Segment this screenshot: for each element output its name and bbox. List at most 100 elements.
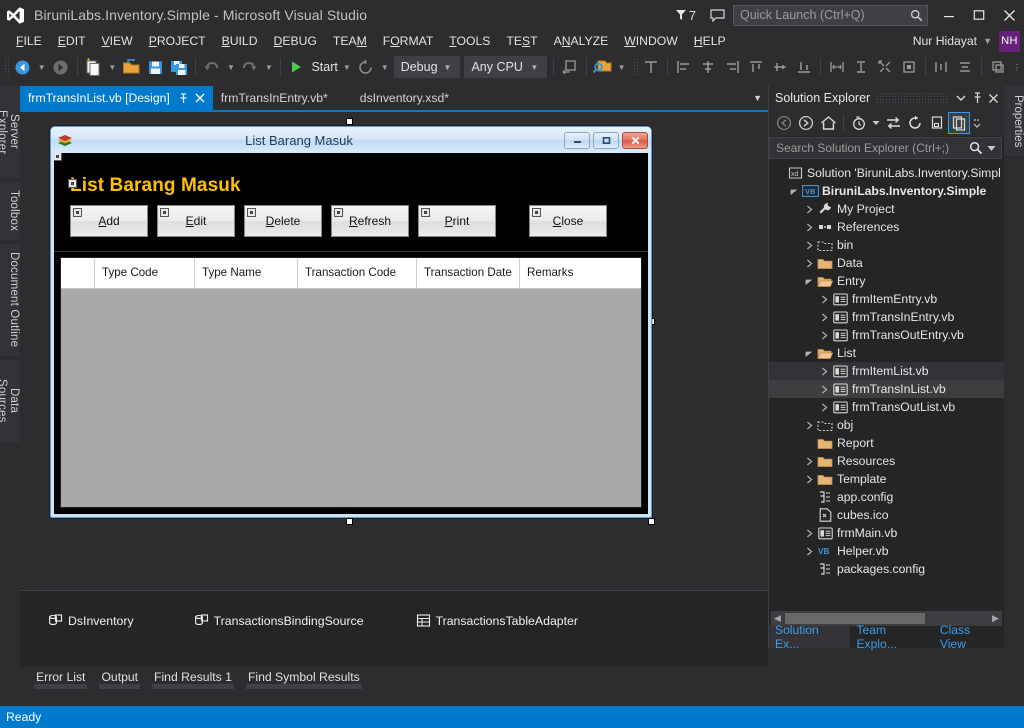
sidebar-item-toolbox[interactable]: Toolbox bbox=[0, 182, 20, 240]
form-designer-surface[interactable]: List Barang Masuk List Barang Masuk Add … bbox=[20, 112, 768, 590]
align-lefts-button[interactable] bbox=[672, 55, 696, 79]
platform-combo[interactable]: Any CPU ▼ bbox=[464, 56, 548, 78]
chevron-collapsed-icon[interactable] bbox=[803, 421, 816, 430]
redo-dropdown[interactable]: ▼ bbox=[262, 63, 276, 72]
tree-item-frmtransinentry-vb[interactable]: frmTransInEntry.vb bbox=[769, 308, 1004, 326]
form-smart-tag-glyph[interactable] bbox=[54, 153, 62, 161]
button-smart-tag-glyph[interactable] bbox=[334, 208, 343, 217]
selection-handle-corner[interactable] bbox=[648, 518, 655, 525]
tray-item-transactionstableadapter[interactable]: TransactionsTableAdapter bbox=[416, 613, 578, 628]
save-all-button[interactable] bbox=[167, 55, 191, 79]
align-bottoms-button[interactable] bbox=[792, 55, 816, 79]
solution-tree[interactable]: xd Solution 'BiruniLabs.Inventory.Simpl VB… bbox=[769, 164, 1004, 606]
tree-item-frmtransoutlist-vb[interactable]: frmTransOutList.vb bbox=[769, 398, 1004, 416]
navigate-forward-button[interactable] bbox=[49, 55, 73, 79]
button-smart-tag-glyph[interactable] bbox=[421, 208, 430, 217]
feedback-button[interactable] bbox=[702, 8, 733, 22]
avatar[interactable]: NH bbox=[999, 30, 1020, 52]
toolbar-overflow[interactable]: ⋮ bbox=[1010, 63, 1024, 72]
menu-build[interactable]: BUILD bbox=[214, 32, 266, 50]
menu-analyze[interactable]: ANALYZE bbox=[546, 32, 617, 50]
form-button-refresh[interactable]: Refresh bbox=[331, 205, 409, 237]
form-close-button[interactable] bbox=[622, 131, 648, 149]
close-icon[interactable] bbox=[195, 93, 205, 103]
chevron-collapsed-icon[interactable] bbox=[818, 313, 831, 322]
chevron-collapsed-icon[interactable] bbox=[818, 331, 831, 340]
chevron-collapsed-icon[interactable] bbox=[803, 529, 816, 538]
chevron-down-icon[interactable]: ▼ bbox=[983, 36, 992, 46]
se-home-button[interactable] bbox=[817, 112, 839, 134]
open-file-button[interactable] bbox=[119, 55, 143, 79]
tree-item-template[interactable]: Template bbox=[769, 470, 1004, 488]
chevron-expanded-icon[interactable] bbox=[803, 349, 816, 358]
tab-overflow-button[interactable]: ▼ bbox=[753, 86, 768, 110]
se-refresh-button[interactable] bbox=[904, 112, 926, 134]
tab-frmtransinlist-design[interactable]: frmTransInList.vb [Design] bbox=[20, 86, 213, 110]
chevron-collapsed-icon[interactable] bbox=[803, 259, 816, 268]
tree-item-birunilabs-inventory-simple[interactable]: VB BiruniLabs.Inventory.Simple bbox=[769, 182, 1004, 200]
menu-tools[interactable]: TOOLS bbox=[441, 32, 498, 50]
tree-item-helper-vb[interactable]: VB Helper.vb bbox=[769, 542, 1004, 560]
search-icon[interactable] bbox=[969, 141, 983, 155]
horizontal-spacing-button[interactable] bbox=[929, 55, 953, 79]
menu-file[interactable]: FILE bbox=[8, 32, 50, 50]
tree-item-solution-birunilabs-inventory-simpl[interactable]: xd Solution 'BiruniLabs.Inventory.Simpl bbox=[769, 164, 1004, 182]
se-back-button[interactable] bbox=[773, 112, 795, 134]
se-sync-button[interactable] bbox=[882, 112, 904, 134]
tree-item-cubes-ico[interactable]: cubes.ico bbox=[769, 506, 1004, 524]
menu-format[interactable]: FORMAT bbox=[375, 32, 442, 50]
size-to-grid-button[interactable] bbox=[897, 55, 921, 79]
chevron-collapsed-icon[interactable] bbox=[818, 367, 831, 376]
toolbar-grip[interactable] bbox=[4, 58, 11, 76]
form-button-close[interactable]: Close bbox=[529, 205, 607, 237]
tab-error-list[interactable]: Error List bbox=[28, 670, 93, 689]
restart-button[interactable] bbox=[354, 55, 378, 79]
se-forward-button[interactable] bbox=[795, 112, 817, 134]
chevron-collapsed-icon[interactable] bbox=[803, 547, 816, 556]
find-dropdown[interactable]: ▼ bbox=[615, 63, 629, 72]
menu-edit[interactable]: EDIT bbox=[50, 32, 94, 50]
sidebar-item-server-explorer[interactable]: Server Explorer bbox=[0, 86, 20, 178]
start-dropdown[interactable]: ▼ bbox=[340, 63, 354, 72]
button-smart-tag-glyph[interactable] bbox=[532, 208, 541, 217]
panel-pin-button[interactable] bbox=[969, 88, 985, 108]
toolbar-grip-2[interactable] bbox=[632, 58, 640, 76]
sidebar-item-properties[interactable]: Properties bbox=[1004, 86, 1024, 156]
form-button-delete[interactable]: Delete bbox=[244, 205, 322, 237]
notification-flag-button[interactable]: 7 bbox=[669, 8, 702, 23]
menu-project[interactable]: PROJECT bbox=[141, 32, 214, 50]
chevron-collapsed-icon[interactable] bbox=[803, 457, 816, 466]
se-collapse-all-button[interactable] bbox=[926, 112, 948, 134]
button-smart-tag-glyph[interactable] bbox=[247, 208, 256, 217]
grid-column-rowheader[interactable] bbox=[61, 258, 95, 288]
tree-item-data[interactable]: Data bbox=[769, 254, 1004, 272]
tree-item-my-project[interactable]: My Project bbox=[769, 200, 1004, 218]
make-same-width-button[interactable] bbox=[825, 55, 849, 79]
form-datagridview[interactable]: Type Code Type Name Transaction Code Tra… bbox=[60, 257, 642, 508]
tree-item-packages-config[interactable]: packages.config bbox=[769, 560, 1004, 578]
grid-column-type-code[interactable]: Type Code bbox=[95, 258, 195, 288]
panel-menu-button[interactable] bbox=[953, 88, 969, 108]
tab-frmtransinentry[interactable]: frmTransInEntry.vb* bbox=[213, 86, 336, 110]
align-to-grid-button[interactable] bbox=[639, 55, 663, 79]
start-debug-button[interactable] bbox=[284, 55, 308, 79]
sidebar-item-data-sources[interactable]: Data Sources bbox=[0, 360, 20, 442]
minimize-button[interactable] bbox=[934, 0, 964, 30]
save-button[interactable] bbox=[143, 55, 167, 79]
chevron-collapsed-icon[interactable] bbox=[818, 385, 831, 394]
redo-button[interactable] bbox=[238, 55, 262, 79]
tree-item-obj[interactable]: obj bbox=[769, 416, 1004, 434]
tree-item-frmitementry-vb[interactable]: frmItemEntry.vb bbox=[769, 290, 1004, 308]
tree-item-list[interactable]: List bbox=[769, 344, 1004, 362]
button-smart-tag-glyph[interactable] bbox=[160, 208, 169, 217]
menu-view[interactable]: VIEW bbox=[94, 32, 141, 50]
form-button-add[interactable]: Add bbox=[70, 205, 148, 237]
menu-window[interactable]: WINDOW bbox=[616, 32, 686, 50]
find-in-files-button[interactable] bbox=[591, 55, 615, 79]
tree-item-frmtransoutentry-vb[interactable]: frmTransOutEntry.vb bbox=[769, 326, 1004, 344]
se-pending-changes-button[interactable] bbox=[848, 112, 870, 134]
tab-order-button[interactable] bbox=[558, 55, 582, 79]
menu-help[interactable]: HELP bbox=[686, 32, 734, 50]
align-middles-button[interactable] bbox=[768, 55, 792, 79]
tab-dsinventory-xsd[interactable]: dsInventory.xsd* bbox=[336, 86, 457, 110]
